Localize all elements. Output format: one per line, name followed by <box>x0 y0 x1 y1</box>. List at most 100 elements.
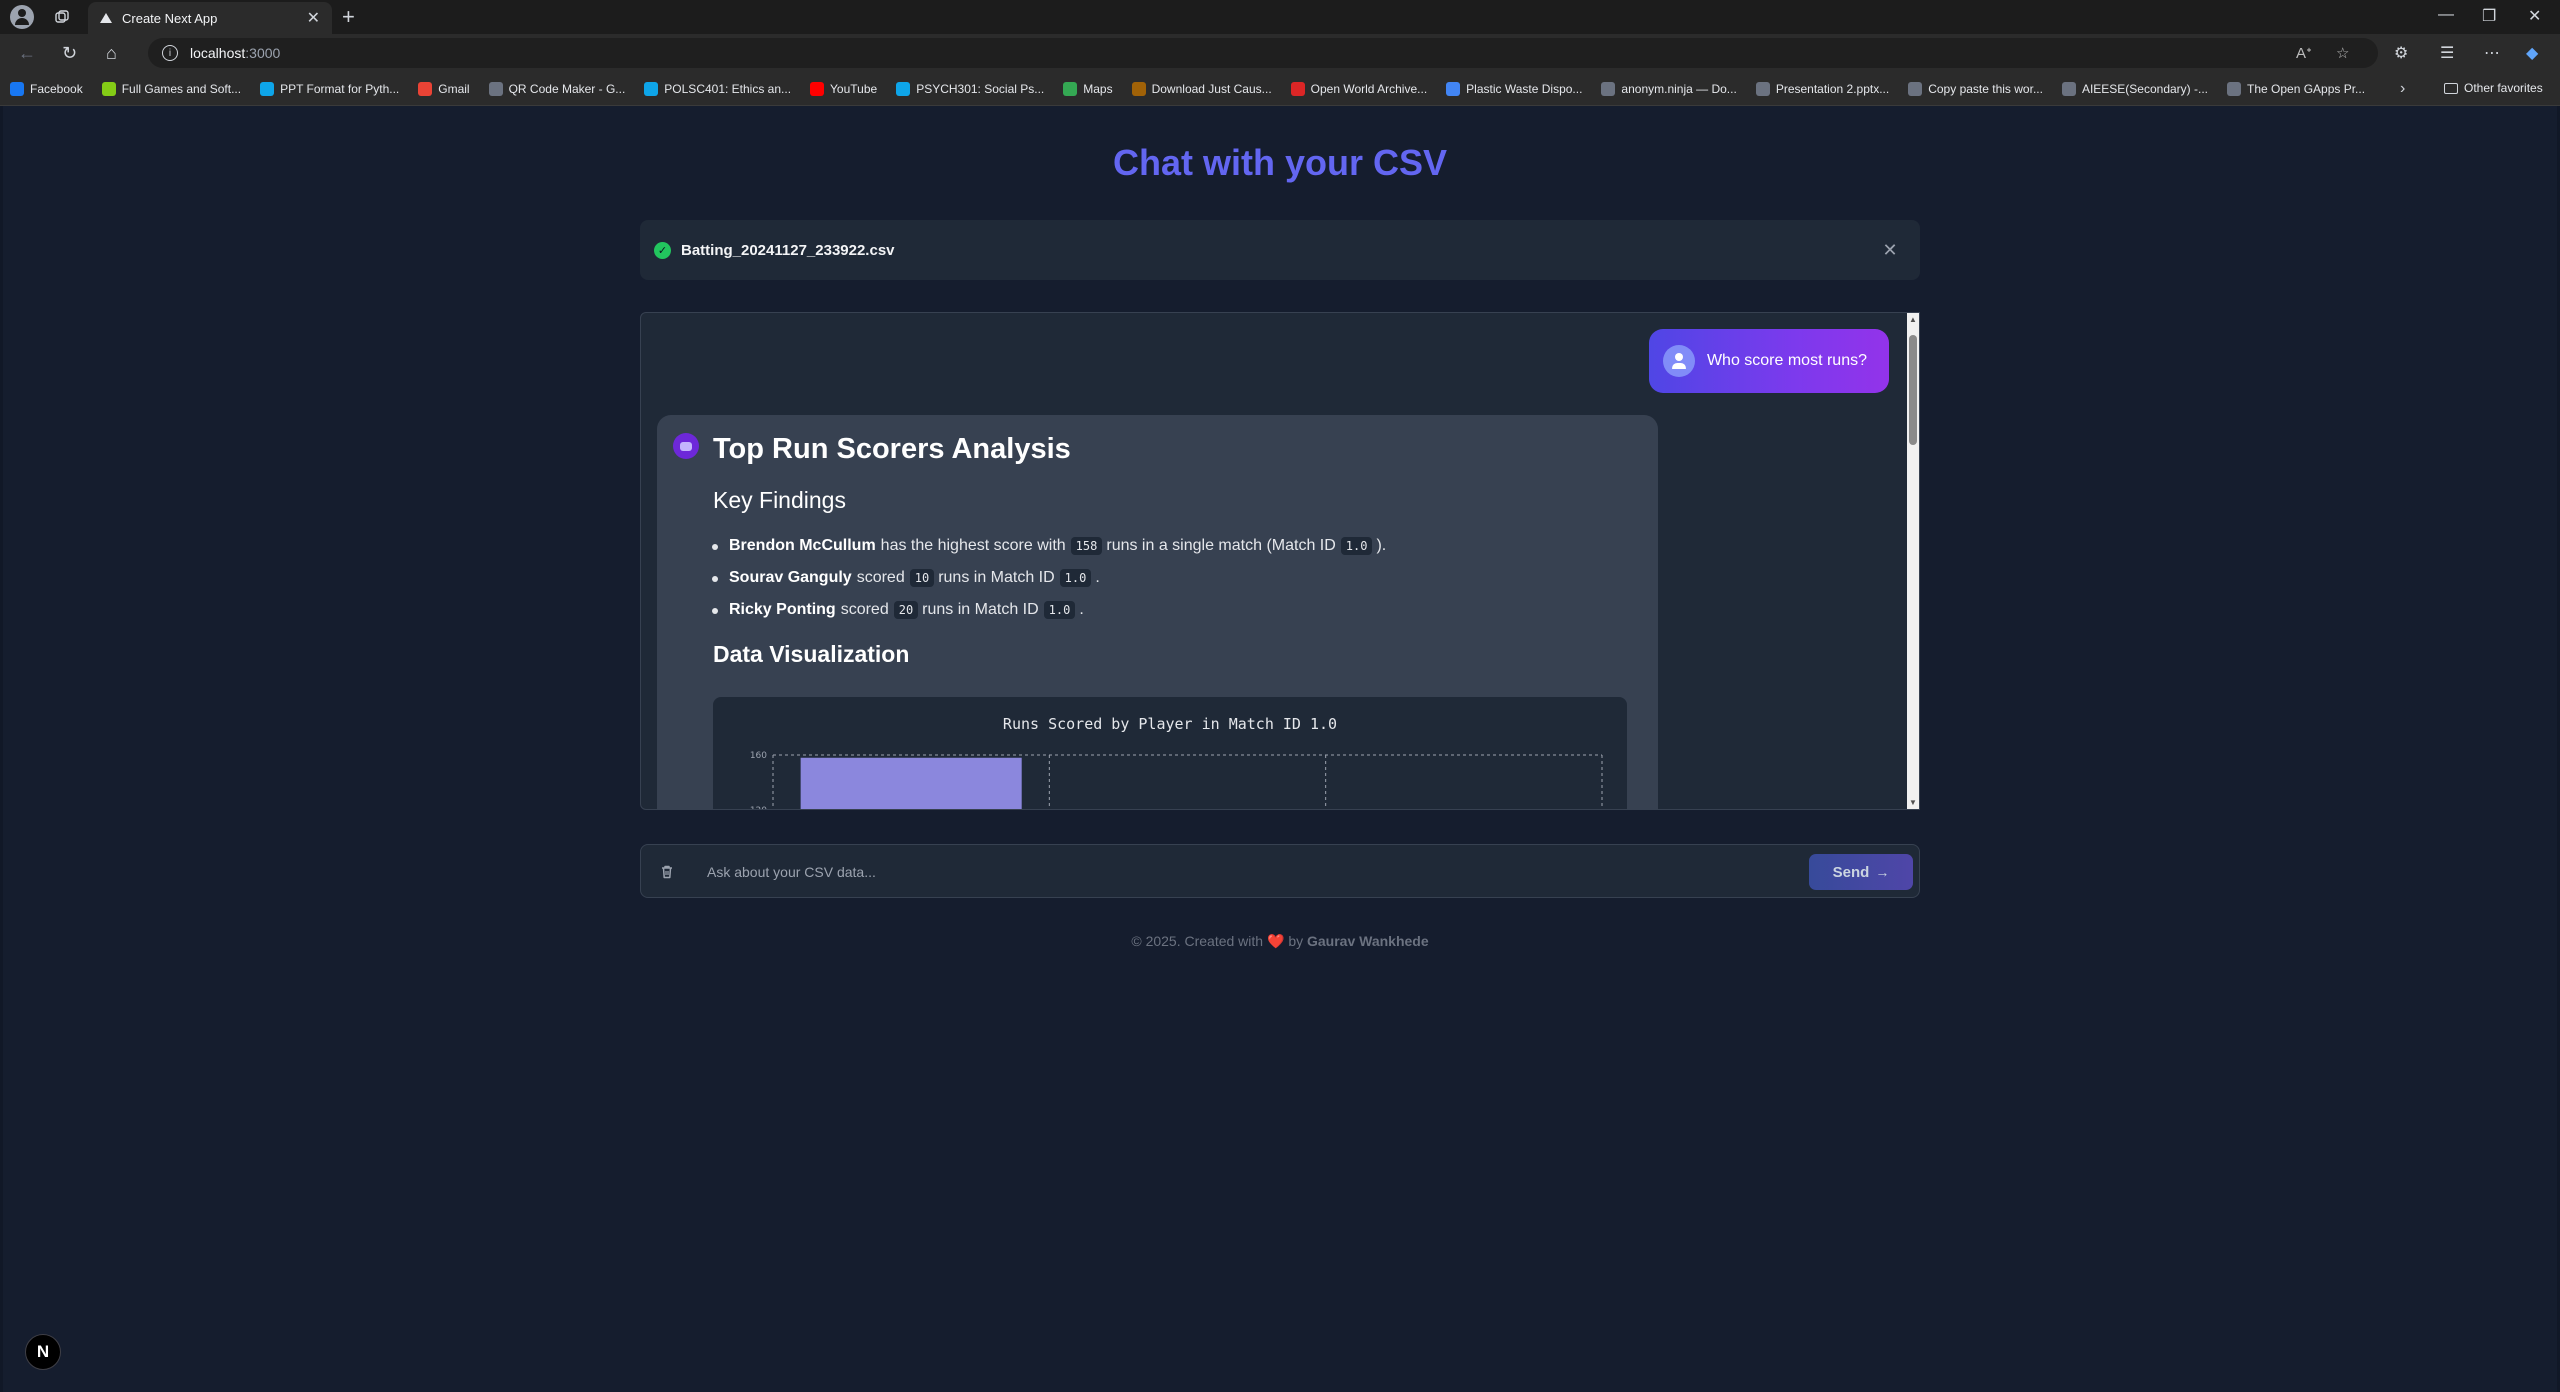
restore-icon[interactable]: ❐ <box>2482 6 2496 26</box>
home-icon[interactable]: ⌂ <box>106 43 117 64</box>
bookmark-item[interactable]: PSYCH301: Social Ps... <box>896 81 1045 96</box>
footer: © 2025. Created with ❤️ by Gaurav Wankhe… <box>3 933 2557 950</box>
bookmark-label: The Open GApps Pr... <box>2247 81 2366 96</box>
bookmark-label: Plastic Waste Dispo... <box>1466 81 1583 96</box>
clear-chat-trash-icon[interactable] <box>657 862 677 882</box>
assistant-chat-icon <box>673 433 699 459</box>
send-button-label: Send <box>1832 863 1870 881</box>
extensions-icon[interactable]: ⚙ <box>2394 43 2408 63</box>
bookmark-label: YouTube <box>830 81 878 96</box>
new-tab-icon[interactable]: + <box>342 4 355 30</box>
bookmark-label: Facebook <box>30 81 83 96</box>
bookmark-item[interactable]: Full Games and Soft... <box>101 81 241 96</box>
heart-icon: ❤️ <box>1266 933 1285 949</box>
chat-scrollbar[interactable]: ▲ ▼ <box>1907 313 1919 809</box>
nextjs-dev-indicator[interactable]: N <box>25 1334 61 1370</box>
bookmark-label: Gmail <box>438 81 470 96</box>
check-circle-icon: ✓ <box>654 241 671 259</box>
tab-close-icon[interactable]: ✕ <box>307 8 320 28</box>
bookmark-item[interactable]: Plastic Waste Dispo... <box>1446 81 1583 96</box>
send-button[interactable]: Send → <box>1809 854 1913 890</box>
globe-icon <box>1908 81 1923 96</box>
gmail-icon <box>418 81 433 96</box>
more-menu-icon[interactable]: ⋯ <box>2484 43 2500 63</box>
favorites-icon[interactable]: ☰ <box>2440 43 2454 63</box>
page-title: Chat with your CSV <box>1112 142 1448 183</box>
bookmark-item[interactable]: AIEESE(Secondary) -... <box>2061 81 2208 96</box>
read-aloud-icon[interactable]: Aᐩ <box>2296 44 2312 62</box>
app-viewport: Chat with your CSV ✓ Batting_20241127_23… <box>3 106 2557 1392</box>
footer-by: by <box>1288 933 1304 949</box>
scroll-up-arrow-icon[interactable]: ▲ <box>1909 315 1917 324</box>
finding-text: runs in Match ID <box>922 601 1039 618</box>
bookmark-item[interactable]: Open World Archive... <box>1290 81 1427 96</box>
bookmark-item[interactable]: Gmail <box>418 81 470 96</box>
bookmark-label: Download Just Caus... <box>1151 81 1272 96</box>
bookmark-item[interactable]: The Open GApps Pr... <box>2227 81 2366 96</box>
finding-player: Brendon McCullum <box>729 537 876 554</box>
user-message-bubble: Who score most runs? <box>1648 329 1889 393</box>
bar-chart: 160 120 <box>750 751 1603 810</box>
bookmark-item[interactable]: YouTube <box>810 81 878 96</box>
bookmark-item[interactable]: anonym.ninja — Do... <box>1601 81 1737 96</box>
copilot-icon[interactable]: ◆ <box>2526 43 2538 63</box>
finding-player: Sourav Ganguly <box>729 569 852 586</box>
browser-tab-strip: Create Next App ✕ + — ❐ ✕ <box>0 0 2560 34</box>
runs-code: 20 <box>893 601 919 619</box>
bookmark-label: PSYCH301: Social Ps... <box>916 81 1045 96</box>
reload-icon[interactable]: ↻ <box>62 43 77 64</box>
scroll-thumb[interactable] <box>1909 335 1917 445</box>
finding-item: Brendon McCullum has the highest score w… <box>711 537 1386 555</box>
globe-icon <box>1601 81 1616 96</box>
address-bar-row: ← ↻ ⌂ i localhost :3000 Aᐩ ☆ ⚙ ☰ ⋯ ◆ <box>0 34 2560 72</box>
user-avatar-icon <box>1662 345 1695 377</box>
back-icon[interactable]: ← <box>18 43 36 64</box>
bookmark-item[interactable]: Download Just Caus... <box>1131 81 1272 96</box>
other-favorites[interactable]: Other favorites <box>2444 81 2543 95</box>
person-icon <box>1131 81 1146 96</box>
finding-player: Ricky Ponting <box>729 601 836 618</box>
chat-history[interactable]: Who score most runs? Top Run Scorers Ana… <box>640 312 1920 810</box>
bookmark-label: Maps <box>1083 81 1113 96</box>
remove-file-icon[interactable]: ✕ <box>1860 240 1920 261</box>
site-info-icon[interactable]: i <box>162 45 178 61</box>
bookmark-item[interactable]: Maps <box>1063 81 1113 96</box>
bookmarks-bar: Facebook Full Games and Soft... PPT Format… <box>0 72 2560 106</box>
scroll-down-arrow-icon[interactable]: ▼ <box>1909 798 1917 807</box>
next-favicon-icon <box>100 13 112 23</box>
bar-brendon-mccullum[interactable] <box>800 757 1022 810</box>
globe-icon <box>2061 81 2076 96</box>
bookmark-item[interactable]: PPT Format for Pyth... <box>260 81 399 96</box>
chat-input[interactable] <box>707 857 1707 887</box>
finding-text: scored <box>840 601 889 618</box>
bookmark-label: AIEESE(Secondary) -... <box>2081 81 2208 96</box>
gear-icon <box>101 81 116 96</box>
bookmark-item[interactable]: Copy paste this wor... <box>1908 81 2043 96</box>
finding-item: Sourav Ganguly scored 10 runs in Match I… <box>712 569 1100 587</box>
minimize-icon[interactable]: — <box>2438 6 2454 24</box>
bookmark-item[interactable]: QR Code Maker - G... <box>488 81 625 96</box>
match-id-code: 1.0 <box>1340 537 1373 555</box>
bookmarks-overflow-chevron-icon[interactable]: › <box>2400 80 2405 98</box>
url-host: localhost <box>190 45 246 61</box>
youtube-icon <box>810 81 825 96</box>
docs-icon <box>1446 81 1461 96</box>
tab-create-next-app[interactable]: Create Next App ✕ <box>88 2 332 34</box>
arrow-right-icon: → <box>1875 864 1890 880</box>
favorite-star-icon[interactable]: ☆ <box>2336 44 2349 62</box>
maps-icon <box>1063 81 1078 96</box>
runs-code: 158 <box>1070 537 1103 555</box>
bookmark-label: anonym.ninja — Do... <box>1621 81 1737 96</box>
bookmark-item[interactable]: Presentation 2.pptx... <box>1755 81 1889 96</box>
url-field[interactable]: i localhost :3000 Aᐩ ☆ <box>148 38 2378 68</box>
globe-icon <box>2227 81 2241 96</box>
globe-icon <box>488 81 503 96</box>
bookmark-item[interactable]: Facebook <box>10 81 83 96</box>
folder-icon <box>2444 82 2458 94</box>
finding-text: runs in a single match (Match ID <box>1106 537 1336 554</box>
bookmark-item[interactable]: POLSC401: Ethics an... <box>644 81 791 96</box>
data-visualization-heading: Data Visualization <box>713 641 910 667</box>
window-close-icon[interactable]: ✕ <box>2528 6 2541 26</box>
workspaces-icon[interactable] <box>50 5 74 29</box>
profile-avatar-icon[interactable] <box>10 5 34 29</box>
